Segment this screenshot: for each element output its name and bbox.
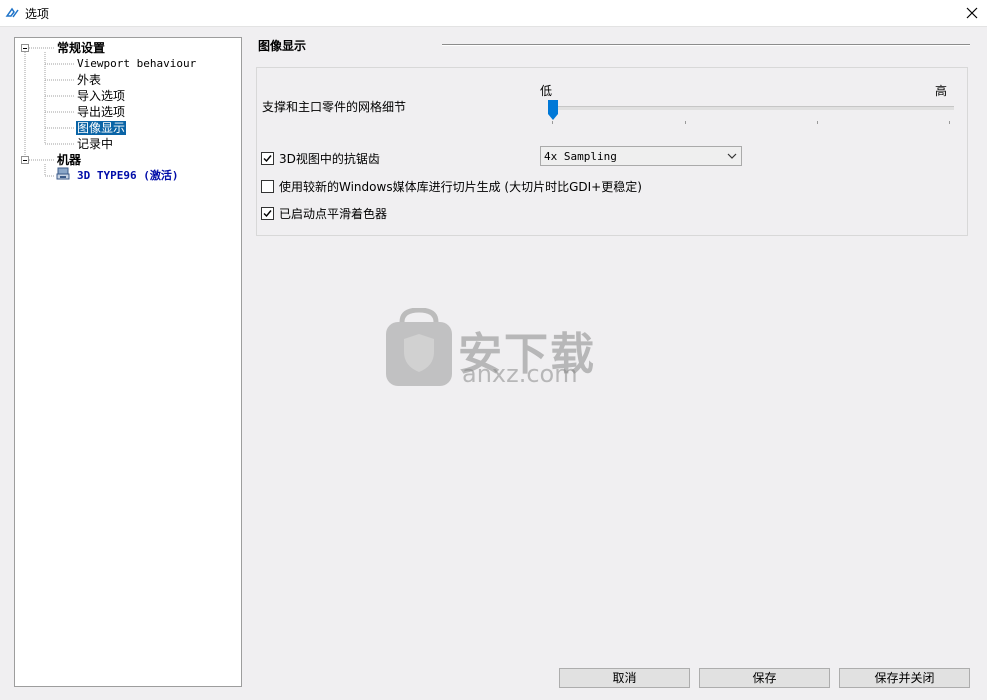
slider-tick <box>552 121 553 124</box>
tree-item-general[interactable]: 常规设置 <box>57 41 105 55</box>
tree-item-machine[interactable]: 机器 <box>57 153 81 167</box>
app-logo-icon <box>5 7 19 18</box>
slider-high-label: 高 <box>935 84 948 98</box>
tree-item-export-options[interactable]: 导出选项 <box>77 105 125 119</box>
slider-tick <box>685 121 686 124</box>
mesh-detail-slider-thumb[interactable] <box>548 100 558 120</box>
smooth-shader-checkbox[interactable] <box>261 207 274 220</box>
windows-media-option[interactable]: 使用较新的Windows媒体库进行切片生成 (大切片时比GDI+更稳定) <box>261 178 642 195</box>
title-bar: 选项 <box>0 0 987 27</box>
slider-low-label: 低 <box>540 84 553 98</box>
close-button[interactable] <box>957 0 987 26</box>
save-and-close-button[interactable]: 保存并关闭 <box>839 668 970 688</box>
antialias-select-value: 4x Sampling <box>544 150 617 163</box>
antialias-select[interactable]: 4x Sampling <box>540 146 742 166</box>
tree-item-logging[interactable]: 记录中 <box>77 137 113 151</box>
options-tree[interactable]: 常规设置 Viewport behaviour 外表 导入选项 导出选项 图像显… <box>14 37 242 687</box>
slider-tick <box>949 121 950 124</box>
antialias-option[interactable]: 3D视图中的抗锯齿 <box>261 150 380 167</box>
section-divider <box>442 44 970 46</box>
smooth-shader-option[interactable]: 已启动点平滑着色器 <box>261 205 387 222</box>
watermark-shield-icon <box>386 308 452 386</box>
antialias-label: 3D视图中的抗锯齿 <box>279 152 380 166</box>
windows-media-label: 使用较新的Windows媒体库进行切片生成 (大切片时比GDI+更稳定) <box>279 180 642 194</box>
checkmark-icon <box>263 210 272 218</box>
printer-icon <box>56 167 70 180</box>
tree-item-viewport-behaviour[interactable]: Viewport behaviour <box>77 57 196 71</box>
mesh-detail-slider-track[interactable] <box>548 106 954 110</box>
tree-item-image-display[interactable]: 图像显示 <box>76 121 127 135</box>
expand-toggle-machine[interactable] <box>21 156 29 164</box>
tree-item-appearance[interactable]: 外表 <box>77 73 101 87</box>
slider-tick <box>817 121 818 124</box>
close-icon <box>966 7 978 19</box>
section-title: 图像显示 <box>258 39 307 53</box>
window-title: 选项 <box>25 7 50 21</box>
antialias-checkbox[interactable] <box>261 152 274 165</box>
tree-item-3d-type96[interactable]: 3D TYPE96 (激活) <box>77 169 178 183</box>
tree-item-import-options[interactable]: 导入选项 <box>77 89 125 103</box>
smooth-shader-label: 已启动点平滑着色器 <box>279 207 388 221</box>
windows-media-checkbox[interactable] <box>261 180 274 193</box>
cancel-button[interactable]: 取消 <box>559 668 690 688</box>
expand-toggle-general[interactable] <box>21 44 29 52</box>
save-button[interactable]: 保存 <box>699 668 830 688</box>
watermark-text-en: anxz.com <box>462 360 578 388</box>
checkmark-icon <box>263 155 272 163</box>
chevron-down-icon <box>727 153 737 159</box>
mesh-detail-label: 支撑和主口零件的网格细节 <box>262 100 407 114</box>
